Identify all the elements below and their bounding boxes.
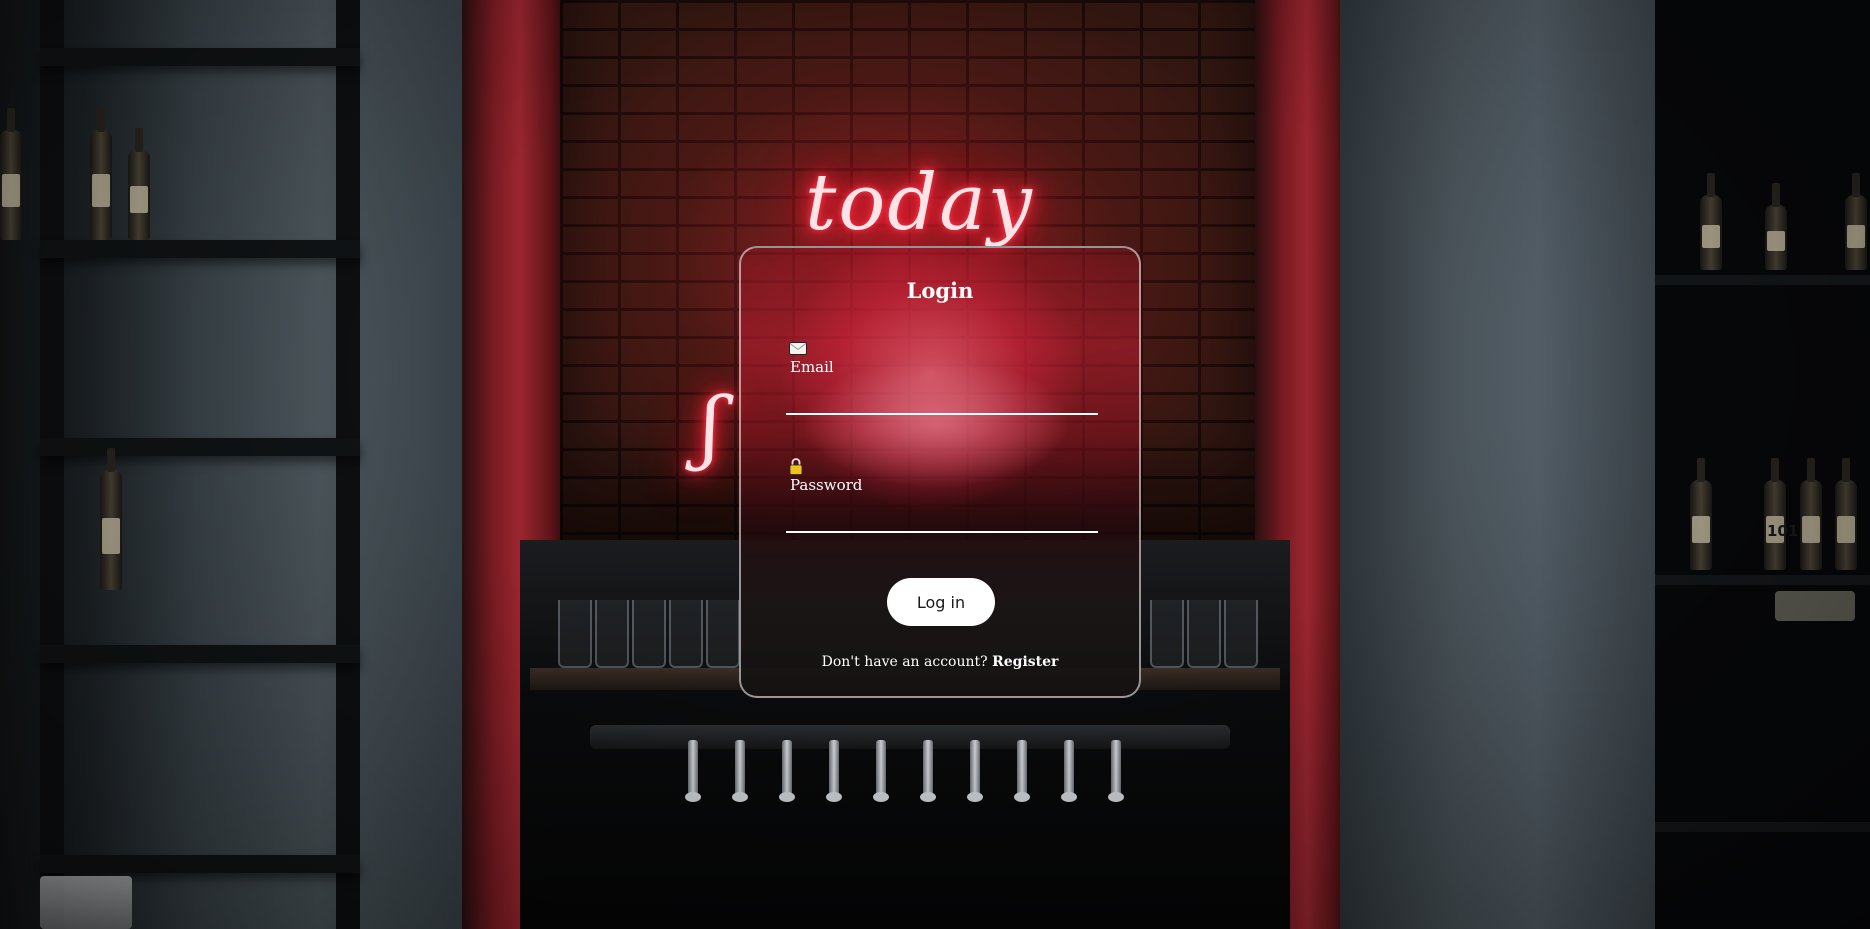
password-field-group: Password: [786, 458, 1098, 533]
register-prompt-text: Don't have an account?: [821, 654, 988, 670]
password-label: Password: [790, 476, 863, 494]
lock-icon: [789, 458, 1098, 475]
password-input[interactable]: [786, 503, 1098, 533]
email-field-group: Email: [786, 340, 1098, 415]
login-button[interactable]: Log in: [887, 578, 995, 626]
email-label: Email: [790, 358, 834, 376]
login-title: Login: [906, 278, 974, 303]
register-prompt: Don't have an account? Register: [741, 654, 1139, 670]
envelope-icon: [789, 340, 1098, 356]
email-input[interactable]: [786, 385, 1098, 415]
register-link[interactable]: Register: [992, 654, 1058, 670]
login-card: Login Email Password Log in Don't have a…: [739, 246, 1141, 698]
